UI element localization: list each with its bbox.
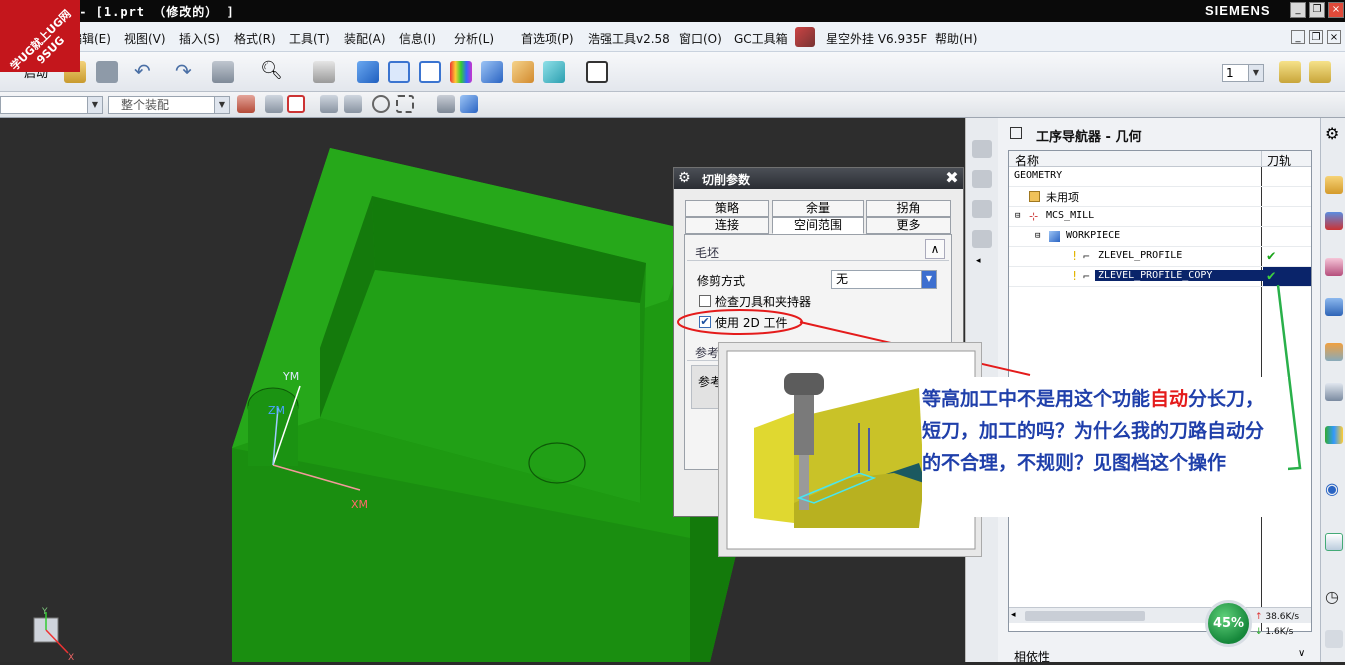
question-line2: 短刀，加工的吗？为什么我的刀路自动分 bbox=[922, 420, 1265, 442]
annotation-overlay bbox=[677, 284, 1302, 474]
question-line1-highlight: 自动 bbox=[1150, 388, 1189, 410]
question-line1-post: 分长刀， bbox=[1188, 388, 1265, 410]
site-logo: 学UG就上UG网 9SUG bbox=[0, 0, 80, 72]
question-annotation: 等高加工中不是用这个功能自动分长刀， 短刀，加工的吗？为什么我的刀路自动分 的不… bbox=[922, 377, 1288, 517]
upload-speed: ↑ 38.6K/s bbox=[1255, 612, 1300, 622]
download-speed: ↓ 1.6K/s bbox=[1255, 627, 1294, 637]
question-line1-pre: 等高加工中不是用这个功能 bbox=[922, 388, 1151, 410]
network-speed-widget[interactable]: 45% ↑ 38.6K/s ↓ 1.6K/s bbox=[1205, 600, 1315, 650]
site-logo-text: 学UG就上UG网 9SUG bbox=[7, 7, 74, 72]
network-percent: 45% bbox=[1205, 600, 1252, 647]
question-line3: 的不合理，不规则？见图档这个操作 bbox=[922, 452, 1227, 474]
red-highlight-ellipse bbox=[677, 309, 803, 335]
